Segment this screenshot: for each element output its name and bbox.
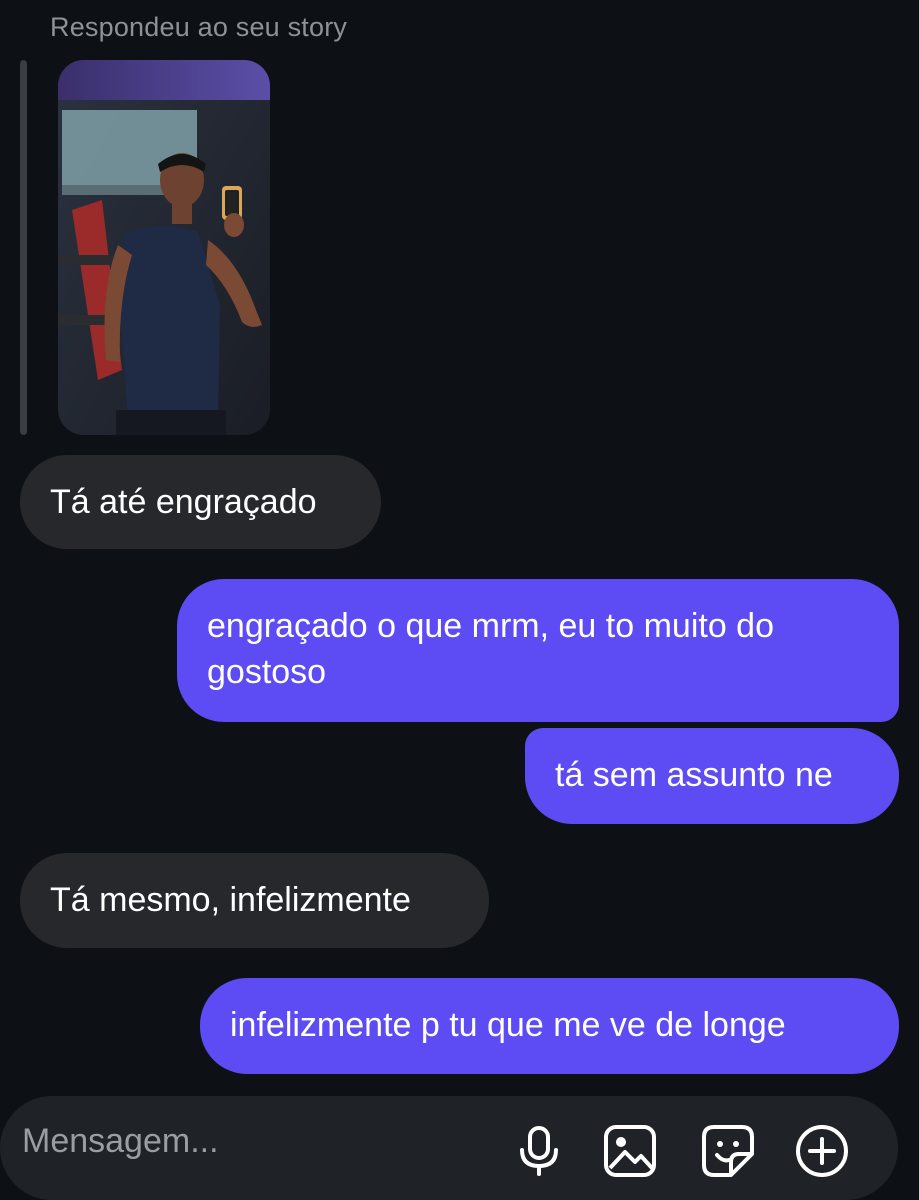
message-input[interactable]: Mensagem... (22, 1122, 219, 1161)
message-composer[interactable]: Mensagem... (0, 1096, 898, 1200)
add-icon[interactable] (793, 1122, 851, 1180)
message-sent[interactable]: tá sem assunto ne (525, 728, 899, 824)
message-received[interactable]: Tá mesmo, infelizmente (20, 853, 489, 948)
message-text: tá sem assunto ne (555, 756, 833, 794)
story-reply-bar (20, 60, 27, 435)
gallery-icon[interactable] (601, 1122, 659, 1180)
message-text: infelizmente p tu que me ve de longe (230, 1006, 786, 1044)
story-reply-label: Respondeu ao seu story (50, 12, 348, 42)
message-text: Tá mesmo, infelizmente (50, 881, 411, 919)
message-sent[interactable]: engraçado o que mrm, eu to muito do gost… (177, 579, 899, 722)
microphone-icon[interactable] (510, 1122, 568, 1180)
story-photo (58, 60, 270, 435)
message-received[interactable]: Tá até engraçado (20, 455, 381, 549)
message-sent[interactable]: infelizmente p tu que me ve de longe (200, 978, 899, 1074)
story-thumbnail[interactable] (58, 60, 270, 435)
message-text: engraçado o que mrm, eu to muito do gost… (207, 607, 774, 691)
sticker-icon[interactable] (699, 1122, 757, 1180)
message-text: Tá até engraçado (50, 483, 317, 521)
